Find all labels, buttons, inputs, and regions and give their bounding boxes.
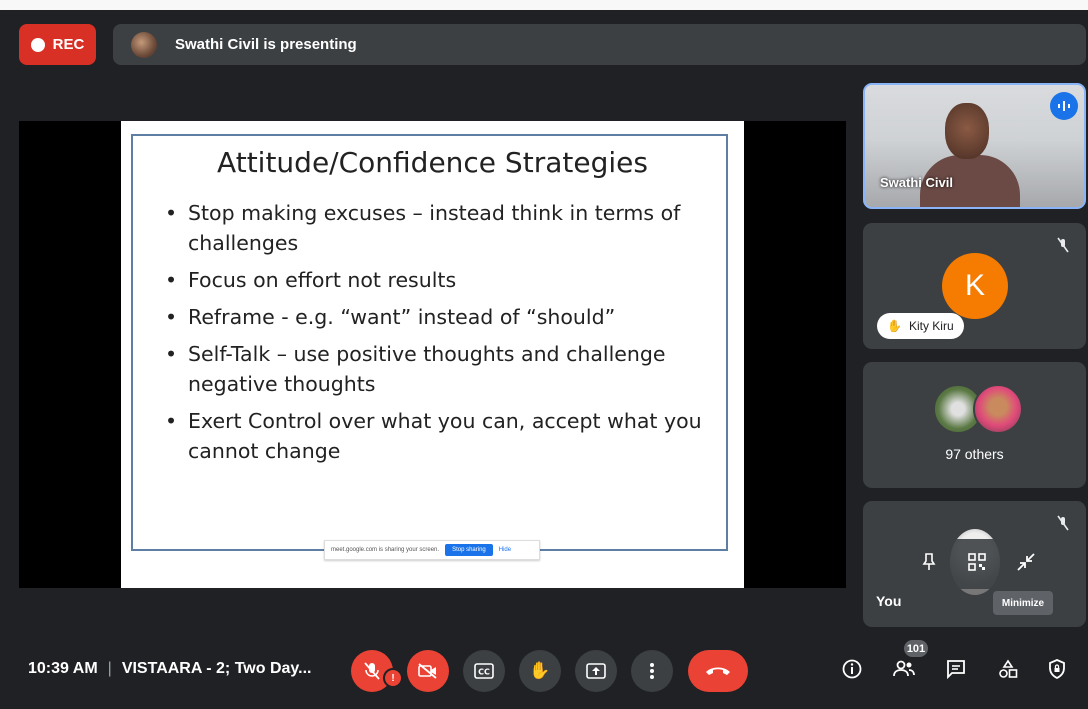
- mic-warning-badge: !: [383, 668, 403, 688]
- pin-icon[interactable]: [921, 552, 937, 576]
- shield-lock-icon: [1049, 659, 1065, 679]
- host-controls-button[interactable]: [1042, 654, 1072, 684]
- participant-tile-presenter[interactable]: Swathi Civil: [863, 83, 1086, 209]
- others-avatar-group: [933, 384, 1023, 434]
- stop-sharing-button: Stop sharing: [445, 544, 493, 556]
- people-button[interactable]: [889, 654, 919, 684]
- svg-text:CC: CC: [478, 668, 490, 677]
- mic-off-icon: [364, 662, 380, 680]
- closed-captions-icon: CC: [474, 663, 494, 679]
- mic-off-icon: [1052, 234, 1074, 256]
- qr-grid-icon[interactable]: [968, 552, 986, 576]
- meeting-details-button[interactable]: [837, 654, 867, 684]
- presenter-avatar: [131, 31, 157, 58]
- speaking-indicator-icon: [1050, 92, 1078, 120]
- present-screen-icon: [586, 663, 606, 679]
- self-name: You: [876, 593, 902, 609]
- camera-off-icon: [418, 663, 437, 679]
- presenting-text: Swathi Civil is presenting: [175, 36, 357, 53]
- presenter-head: [945, 103, 989, 159]
- recording-indicator[interactable]: REC: [19, 24, 96, 65]
- slide-bullet: Focus on effort not results: [162, 265, 722, 295]
- slide-title: Attitude/Confidence Strategies: [217, 146, 648, 179]
- chat-icon: [947, 660, 965, 679]
- minimize-tooltip: Minimize: [993, 591, 1053, 615]
- presenter-name: Swathi Civil: [880, 175, 953, 190]
- participant-tile-kity[interactable]: K ✋ Kity Kiru: [863, 223, 1086, 349]
- participant-tile-others[interactable]: 97 others: [863, 362, 1086, 488]
- minimize-icon[interactable]: [1017, 552, 1035, 576]
- present-now-button[interactable]: [575, 650, 617, 692]
- people-icon: [893, 660, 915, 677]
- meeting-title[interactable]: VISTAARA - 2; Two Day...: [122, 660, 312, 678]
- participant-name: Kity Kiru: [908, 319, 954, 333]
- chat-button[interactable]: [941, 654, 971, 684]
- hide-banner-link: Hide: [498, 547, 512, 553]
- participant-avatar: K: [942, 253, 1008, 319]
- slide-bullet: Reframe - e.g. “want” instead of “should…: [162, 302, 722, 332]
- divider: |: [107, 660, 112, 677]
- activities-shapes-icon: [999, 659, 1018, 678]
- slide-bullets: Stop making excuses – instead think in t…: [162, 198, 722, 473]
- activities-button[interactable]: [993, 654, 1023, 684]
- more-vert-icon: [650, 663, 654, 679]
- raised-hand-icon: ✋: [887, 319, 902, 333]
- slide-bullet: Exert Control over what you can, accept …: [162, 406, 722, 466]
- others-count-label: 97 others: [945, 446, 1004, 462]
- meeting-info: 10:39 AM | VISTAARA - 2; Two Day...: [28, 660, 311, 678]
- captions-button[interactable]: CC: [463, 650, 505, 692]
- recording-label: REC: [52, 36, 85, 53]
- raise-hand-icon: ✋: [529, 661, 551, 680]
- mic-off-icon: [1052, 512, 1074, 534]
- slide-bullet: Self-Talk – use positive thoughts and ch…: [162, 339, 722, 399]
- more-options-button[interactable]: [631, 650, 673, 692]
- info-icon: [842, 659, 862, 679]
- share-banner-text: meet.google.com is sharing your screen.: [331, 547, 440, 553]
- record-dot-icon: [30, 37, 45, 52]
- slide-bullet: Stop making excuses – instead think in t…: [162, 198, 722, 258]
- presenting-bar[interactable]: Swathi Civil is presenting: [113, 24, 1086, 65]
- meeting-time: 10:39 AM: [28, 660, 98, 677]
- raise-hand-button[interactable]: ✋: [519, 650, 561, 692]
- raised-hand-name-pill: ✋ Kity Kiru: [877, 313, 964, 339]
- hang-up-icon: [706, 667, 730, 675]
- window-top-strip: [0, 0, 1088, 10]
- participant-count-badge: 101: [904, 640, 928, 657]
- screen-share-banner: meet.google.com is sharing your screen. …: [324, 540, 540, 560]
- tile-hover-controls: [905, 539, 1051, 589]
- leave-call-button[interactable]: [688, 650, 748, 692]
- camera-toggle-button[interactable]: [407, 650, 449, 692]
- avatar: [973, 384, 1023, 434]
